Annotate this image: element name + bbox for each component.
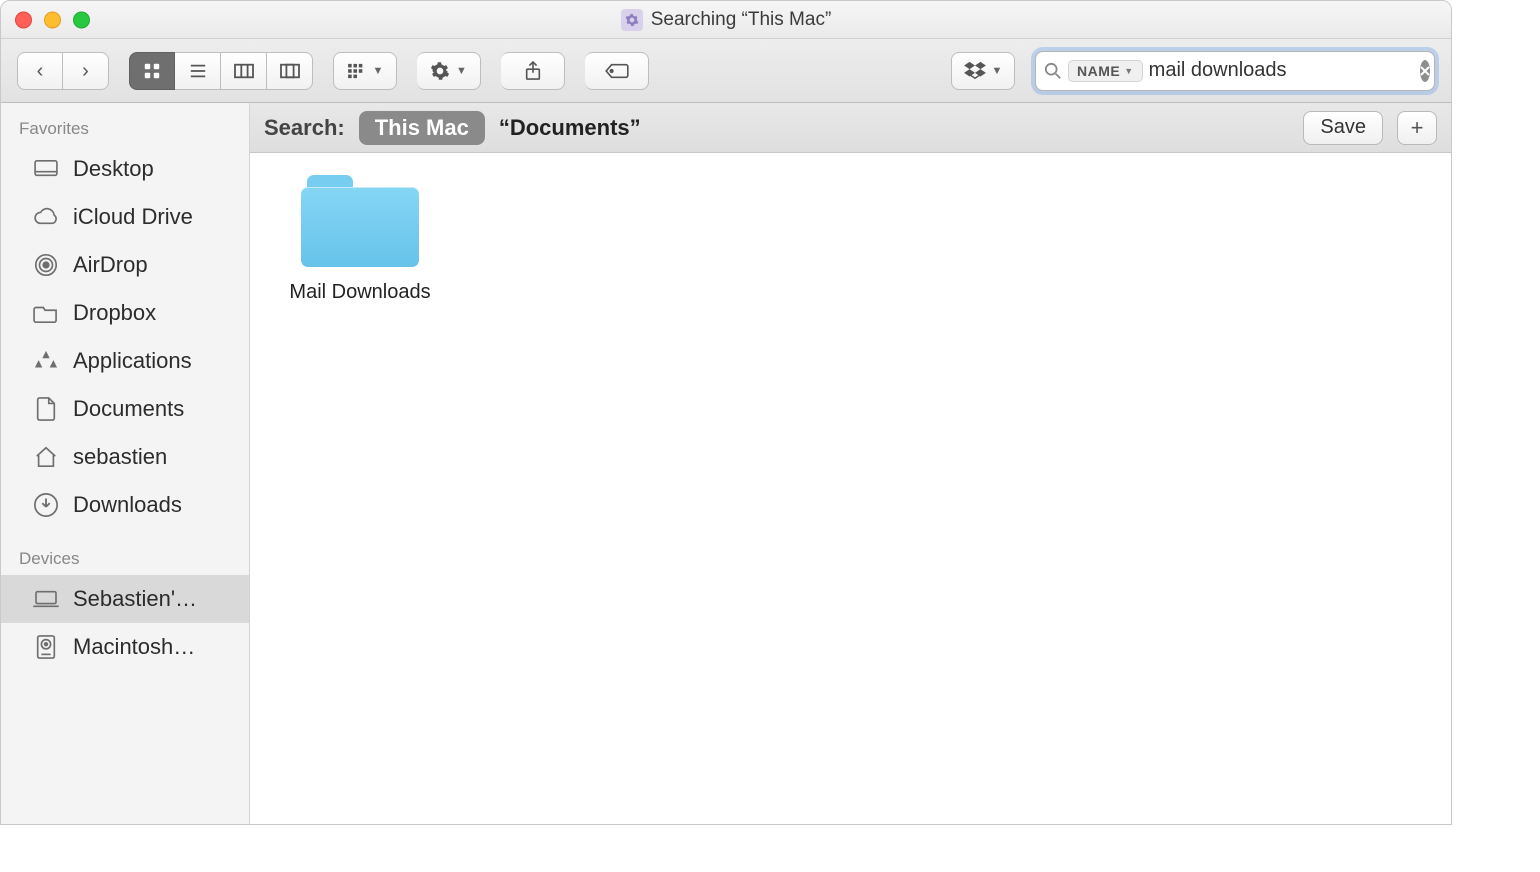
columns-icon [233, 62, 255, 80]
sidebar-item-icloud[interactable]: iCloud Drive [1, 193, 249, 241]
folder-icon [301, 175, 419, 267]
list-icon [188, 62, 208, 80]
sidebar-item-label: sebastien [73, 444, 167, 470]
search-input[interactable] [1149, 59, 1414, 82]
download-icon [31, 492, 61, 518]
window-title-text: Searching “This Mac” [651, 9, 832, 31]
folder-icon [31, 302, 61, 324]
sidebar-item-label: Sebastien'… [73, 586, 197, 612]
sidebar-item-applications[interactable]: Applications [1, 337, 249, 385]
dropbox-button[interactable]: ▼ [951, 52, 1015, 90]
share-button[interactable] [501, 52, 565, 90]
airdrop-icon [31, 252, 61, 278]
save-search-button[interactable]: Save [1303, 111, 1383, 145]
sidebar-item-desktop[interactable]: Desktop [1, 145, 249, 193]
view-buttons [129, 52, 313, 90]
tag-icon [604, 62, 630, 80]
list-view-button[interactable] [175, 52, 221, 90]
column-view-button[interactable] [221, 52, 267, 90]
sidebar-item-home[interactable]: sebastien [1, 433, 249, 481]
hdd-icon [31, 634, 61, 660]
tags-button[interactable] [585, 52, 649, 90]
gallery-view-button[interactable] [267, 52, 313, 90]
maximize-button[interactable] [73, 11, 90, 28]
finder-window: Searching “This Mac” ‹ › ▼ [0, 0, 1452, 825]
traffic-lights [15, 11, 90, 28]
sidebar-item-documents[interactable]: Documents [1, 385, 249, 433]
back-button[interactable]: ‹ [17, 52, 63, 90]
home-icon [31, 445, 61, 469]
sidebar-item-downloads[interactable]: Downloads [1, 481, 249, 529]
desktop-icon [31, 159, 61, 179]
close-icon [1420, 66, 1430, 76]
icon-view-button[interactable] [129, 52, 175, 90]
results-area[interactable]: Mail Downloads [250, 153, 1451, 824]
sidebar-item-label: Downloads [73, 492, 182, 518]
sidebar-item-label: Dropbox [73, 300, 156, 326]
sidebar-item-label: Applications [73, 348, 192, 374]
cloud-icon [31, 207, 61, 227]
add-criteria-button[interactable]: + [1397, 111, 1437, 145]
share-icon [524, 61, 542, 81]
dropbox-icon [964, 61, 986, 81]
chevron-down-icon: ▼ [373, 65, 384, 77]
minimize-button[interactable] [44, 11, 61, 28]
toolbar: ‹ › ▼ ▼ [1, 39, 1451, 103]
sidebar-item-airdrop[interactable]: AirDrop [1, 241, 249, 289]
sidebar-item-label: Documents [73, 396, 184, 422]
sidebar-item-label: Macintosh… [73, 634, 195, 660]
body: Favorites Desktop iCloud Drive AirDrop D… [1, 103, 1451, 824]
sidebar-item-label: Desktop [73, 156, 154, 182]
sidebar-item-label: AirDrop [73, 252, 148, 278]
chevron-left-icon: ‹ [37, 61, 44, 81]
result-label: Mail Downloads [289, 281, 430, 304]
sidebar-item-device-hdd[interactable]: Macintosh… [1, 623, 249, 671]
forward-button[interactable]: › [63, 52, 109, 90]
search-scope-bar: Search: This Mac “Documents” Save + [250, 103, 1451, 153]
smart-folder-icon [621, 9, 643, 31]
nav-buttons: ‹ › [17, 52, 109, 90]
documents-icon [31, 396, 61, 422]
laptop-icon [31, 589, 61, 609]
sidebar-section-devices: Devices [1, 543, 249, 575]
window-title: Searching “This Mac” [621, 9, 832, 31]
main-area: Search: This Mac “Documents” Save + Mail… [250, 103, 1451, 824]
result-item[interactable]: Mail Downloads [270, 175, 450, 304]
chevron-down-icon: ▼ [992, 65, 1003, 77]
sidebar-section-favorites: Favorites [1, 113, 249, 145]
sidebar-item-device-laptop[interactable]: Sebastien'… [1, 575, 249, 623]
sidebar-item-label: iCloud Drive [73, 204, 193, 230]
arrange-button[interactable]: ▼ [333, 52, 397, 90]
apps-icon [31, 349, 61, 373]
close-button[interactable] [15, 11, 32, 28]
chevron-right-icon: › [82, 61, 89, 81]
gallery-icon [279, 62, 301, 80]
search-label: Search: [264, 115, 345, 141]
sidebar: Favorites Desktop iCloud Drive AirDrop D… [1, 103, 250, 824]
titlebar: Searching “This Mac” [1, 1, 1451, 39]
clear-search-button[interactable] [1420, 60, 1430, 82]
chevron-down-icon: ▼ [456, 65, 467, 77]
search-scope-label: NAME [1077, 63, 1120, 79]
search-field[interactable]: NAME ▼ [1035, 51, 1435, 91]
plus-icon: + [1411, 115, 1424, 141]
scope-this-mac[interactable]: This Mac [359, 111, 485, 145]
search-icon [1044, 62, 1062, 80]
sidebar-item-dropbox[interactable]: Dropbox [1, 289, 249, 337]
search-scope-pill[interactable]: NAME ▼ [1068, 60, 1143, 82]
grid-icon [143, 62, 161, 80]
action-button[interactable]: ▼ [417, 52, 481, 90]
chevron-down-icon: ▼ [1124, 66, 1133, 76]
arrange-icon [347, 63, 367, 79]
save-label: Save [1320, 116, 1366, 139]
scope-documents[interactable]: “Documents” [499, 115, 641, 141]
gear-icon [430, 61, 450, 81]
